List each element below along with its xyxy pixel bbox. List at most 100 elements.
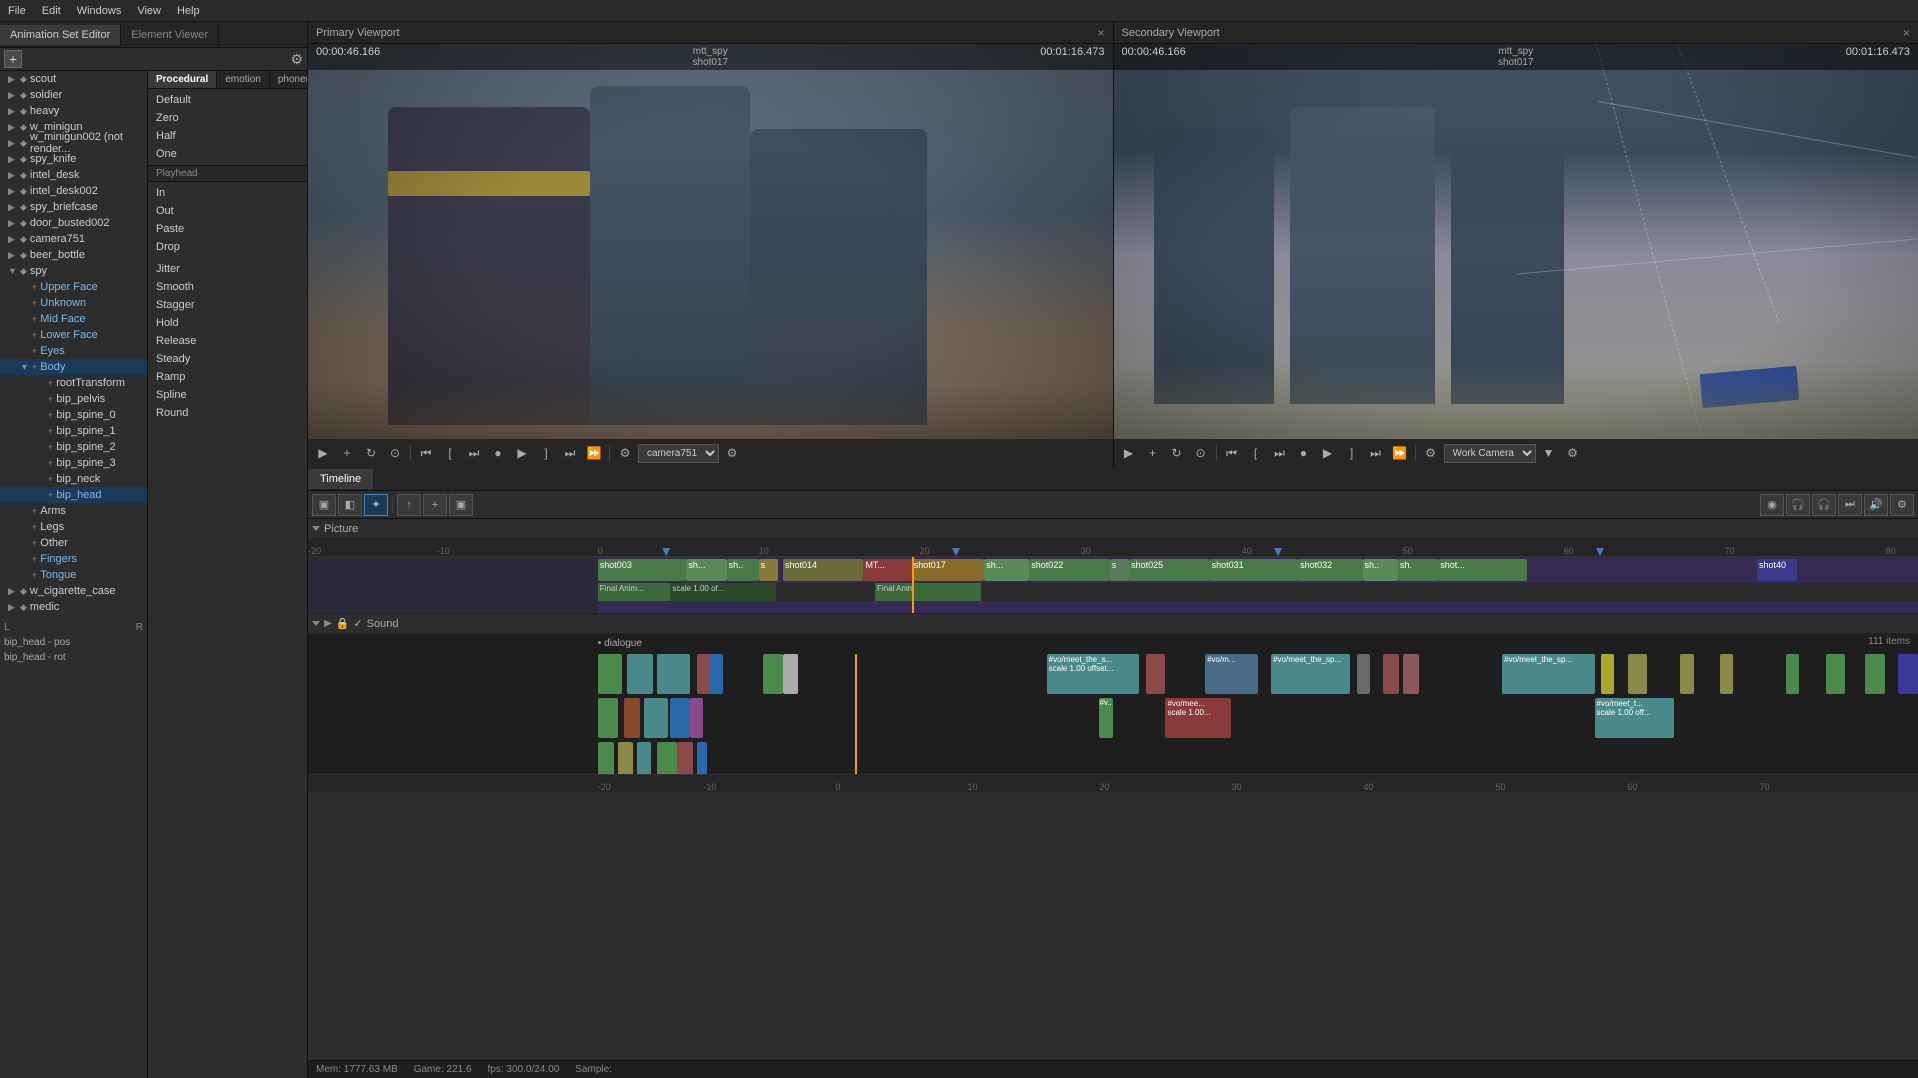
- frame-back-2[interactable]: [: [1245, 442, 1267, 464]
- tab-animation-set-editor[interactable]: Animation Set Editor: [0, 25, 121, 45]
- shot-block-shot014[interactable]: shot014: [783, 559, 864, 581]
- proc-item-half[interactable]: Half: [148, 127, 307, 145]
- sound-r2-vo2[interactable]: #vo/mee...scale 1.00...: [1165, 698, 1231, 738]
- sound-clip-7[interactable]: [763, 654, 783, 694]
- add-button[interactable]: +: [4, 50, 22, 68]
- play-button-1[interactable]: ▶: [312, 442, 334, 464]
- sound-clip-vo5[interactable]: #vo/meet_the_sp...: [1502, 654, 1594, 694]
- sound-clip-y3[interactable]: [1680, 654, 1693, 694]
- add-key-button-2[interactable]: +: [1142, 442, 1164, 464]
- tab-element-viewer[interactable]: Element Viewer: [121, 25, 219, 45]
- tree-item-heavy[interactable]: ▶◆heavy: [0, 103, 147, 119]
- sound-r3-2[interactable]: [618, 742, 634, 774]
- tree-item-camera751[interactable]: ▶◆camera751: [0, 231, 147, 247]
- tree-item-bip-head[interactable]: +bip_head: [0, 487, 147, 503]
- shot-block-shot003[interactable]: shot003: [598, 559, 687, 581]
- tree-item-bip-neck[interactable]: +bip_neck: [0, 471, 147, 487]
- sound-r2-3[interactable]: [644, 698, 668, 738]
- play-fwd-2[interactable]: ▶: [1317, 442, 1339, 464]
- timeline-tab[interactable]: Timeline: [308, 469, 373, 489]
- start-1[interactable]: ⏭: [463, 442, 485, 464]
- tl-btn-r1[interactable]: ◉: [1760, 494, 1784, 516]
- sound-clips-area[interactable]: #vo/meet_the_s...scale 1.00 offset... #v…: [598, 654, 1918, 774]
- sound-section-header[interactable]: ▶ 🔒 ✓ Sound: [308, 614, 1918, 634]
- sound-r2-vo1[interactable]: #v..: [1099, 698, 1112, 738]
- sound-clip-6[interactable]: [710, 654, 723, 694]
- fast-fwd-2[interactable]: ⏩: [1389, 442, 1411, 464]
- sound-clip-v6[interactable]: [1383, 654, 1399, 694]
- fast-fwd-1[interactable]: ⏩: [583, 442, 605, 464]
- sound-clip-y1[interactable]: [1601, 654, 1614, 694]
- tl-btn-select[interactable]: ▣: [312, 494, 336, 516]
- tree-item-beer-bottle[interactable]: ▶◆beer_bottle: [0, 247, 147, 263]
- tree-item-rootTransform[interactable]: +rootTransform: [0, 375, 147, 391]
- next-frame-2[interactable]: ]: [1341, 442, 1363, 464]
- sound-clip-vo3[interactable]: #vo/m...: [1205, 654, 1258, 694]
- frame-back-1[interactable]: [: [439, 442, 461, 464]
- tl-btn-r3[interactable]: 🎧: [1812, 494, 1836, 516]
- prev-frame-2[interactable]: ⏮: [1221, 442, 1243, 464]
- tl-btn-r2[interactable]: 🎧: [1786, 494, 1810, 516]
- end-1[interactable]: ⏭: [559, 442, 581, 464]
- picture-section-header[interactable]: Picture: [308, 519, 1918, 539]
- settings-2[interactable]: ⚙: [1420, 442, 1442, 464]
- sound-clip-4[interactable]: [657, 654, 690, 694]
- shot-block-shot-long[interactable]: shot...: [1438, 559, 1527, 581]
- shot-block-shot40[interactable]: shot40: [1757, 559, 1797, 581]
- proc-item-default[interactable]: Default: [148, 91, 307, 109]
- sub-clip-scale[interactable]: scale 1.00 of...: [670, 583, 776, 601]
- tree-item-bip-spine-2[interactable]: +bip_spine_2: [0, 439, 147, 455]
- record2-2[interactable]: ●: [1293, 442, 1315, 464]
- record-button-1[interactable]: ⊙: [384, 442, 406, 464]
- tl-btn-r6[interactable]: ⚙: [1890, 494, 1914, 516]
- tree-item-bip-spine-0[interactable]: +bip_spine_0: [0, 407, 147, 423]
- shot-block-shot025[interactable]: shot025: [1129, 559, 1210, 581]
- proc-item-jitter[interactable]: Jitter: [148, 260, 307, 278]
- tree-item-arms[interactable]: +Arms: [0, 503, 147, 519]
- tree-item-soldier[interactable]: ▶◆soldier: [0, 87, 147, 103]
- sound-clip-1[interactable]: [598, 654, 622, 694]
- proc-tab-emotion[interactable]: emotion: [217, 71, 270, 88]
- menu-help[interactable]: Help: [177, 5, 200, 17]
- tree-item-intel-desk[interactable]: ▶◆intel_desk: [0, 167, 147, 183]
- proc-item-ramp[interactable]: Ramp: [148, 368, 307, 386]
- viewport1-image[interactable]: ▶ + ↻ ⊙ ⏮ [ ⏭ ● ▶ ] ⏭ ⏩ ⚙: [308, 44, 1113, 467]
- sound-clip-y2[interactable]: [1628, 654, 1648, 694]
- sound-r3-3[interactable]: [637, 742, 650, 774]
- tree-item-medic[interactable]: ▶◆medic: [0, 599, 147, 615]
- tree-item-w-minigun002[interactable]: ▶◆w_minigun002 (not render...: [0, 135, 147, 151]
- proc-item-hold[interactable]: Hold: [148, 314, 307, 332]
- shot-block-shot022[interactable]: shot022: [1029, 559, 1110, 581]
- shot-block-shot032[interactable]: shot032: [1298, 559, 1362, 581]
- proc-item-in[interactable]: In: [148, 184, 307, 202]
- proc-item-stagger[interactable]: Stagger: [148, 296, 307, 314]
- picture-track-content[interactable]: shot003 sh... sh.. s shot014 MT... shot0…: [308, 557, 1918, 613]
- proc-item-drop[interactable]: Drop: [148, 238, 307, 256]
- viewport2-close[interactable]: ×: [1903, 26, 1910, 40]
- menu-view[interactable]: View: [137, 5, 161, 17]
- tree-item-fingers[interactable]: +Fingers: [0, 551, 147, 567]
- tree-item-legs[interactable]: +Legs: [0, 519, 147, 535]
- sound-r3-6[interactable]: [697, 742, 708, 774]
- gear-button[interactable]: ⚙: [290, 51, 303, 68]
- sound-clip-vo4[interactable]: #vo/meet_the_sp...: [1271, 654, 1350, 694]
- prev-frame-1[interactable]: ⏮: [415, 442, 437, 464]
- shot-block-sh3[interactable]: sh..: [1363, 559, 1398, 581]
- camera-settings-2[interactable]: ▼: [1538, 442, 1560, 464]
- menu-windows[interactable]: Windows: [77, 5, 122, 17]
- menu-file[interactable]: File: [8, 5, 26, 17]
- sound-r3-5[interactable]: [677, 742, 693, 774]
- camera-options-2[interactable]: ⚙: [1562, 442, 1584, 464]
- tree-item-eyes[interactable]: +Eyes: [0, 343, 147, 359]
- sound-clip-8[interactable]: [783, 654, 799, 694]
- sound-clip-b1[interactable]: [1898, 654, 1918, 694]
- shot-block-s2[interactable]: s: [1110, 559, 1129, 581]
- start-2[interactable]: ⏭: [1269, 442, 1291, 464]
- proc-item-steady[interactable]: Steady: [148, 350, 307, 368]
- loop-button-1[interactable]: ↻: [360, 442, 382, 464]
- proc-item-one[interactable]: One: [148, 145, 307, 163]
- tree-item-spy-knife[interactable]: ▶◆spy_knife: [0, 151, 147, 167]
- shot-block-shot[interactable]: sh..: [727, 559, 759, 581]
- tl-btn-r4[interactable]: ⏭: [1838, 494, 1862, 516]
- shot-block-s[interactable]: s: [759, 559, 778, 581]
